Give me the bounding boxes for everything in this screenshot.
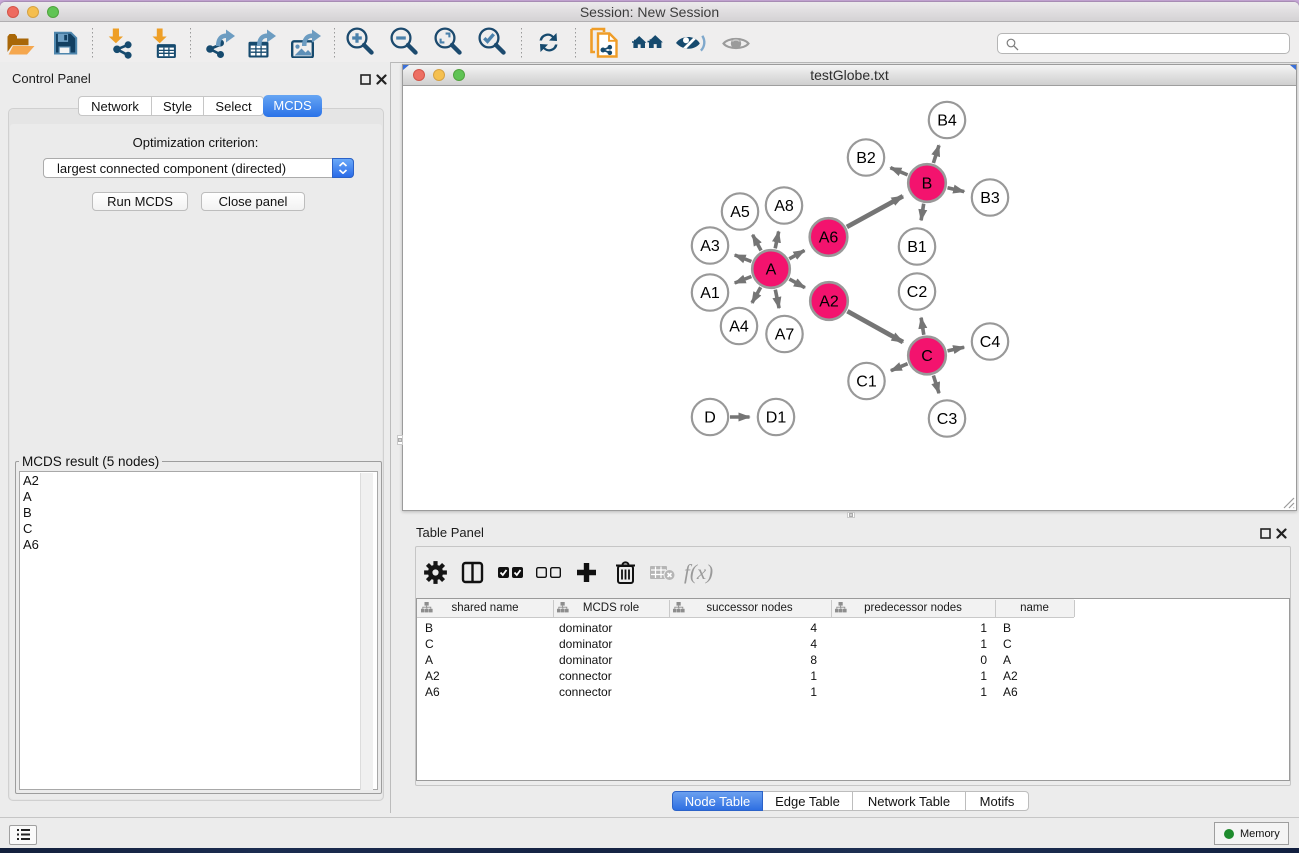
svg-text:C4: C4 — [980, 334, 1001, 351]
svg-text:D: D — [704, 409, 716, 426]
svg-text:A2: A2 — [819, 293, 839, 310]
svg-text:D1: D1 — [766, 409, 787, 426]
svg-text:B4: B4 — [937, 112, 957, 129]
svg-text:B3: B3 — [980, 190, 1000, 207]
svg-text:C1: C1 — [856, 373, 877, 390]
svg-text:A8: A8 — [774, 198, 794, 215]
svg-text:A7: A7 — [775, 326, 795, 343]
svg-text:C3: C3 — [937, 411, 958, 428]
svg-text:A: A — [766, 261, 777, 278]
svg-text:A5: A5 — [730, 204, 750, 221]
svg-text:B2: B2 — [856, 150, 876, 167]
svg-text:B1: B1 — [907, 239, 927, 256]
svg-text:C: C — [921, 348, 933, 365]
svg-text:A3: A3 — [700, 238, 720, 255]
svg-text:B: B — [922, 175, 933, 192]
svg-text:A4: A4 — [729, 318, 749, 335]
svg-text:A1: A1 — [700, 285, 720, 302]
svg-text:A6: A6 — [819, 229, 839, 246]
svg-text:C2: C2 — [907, 284, 928, 301]
